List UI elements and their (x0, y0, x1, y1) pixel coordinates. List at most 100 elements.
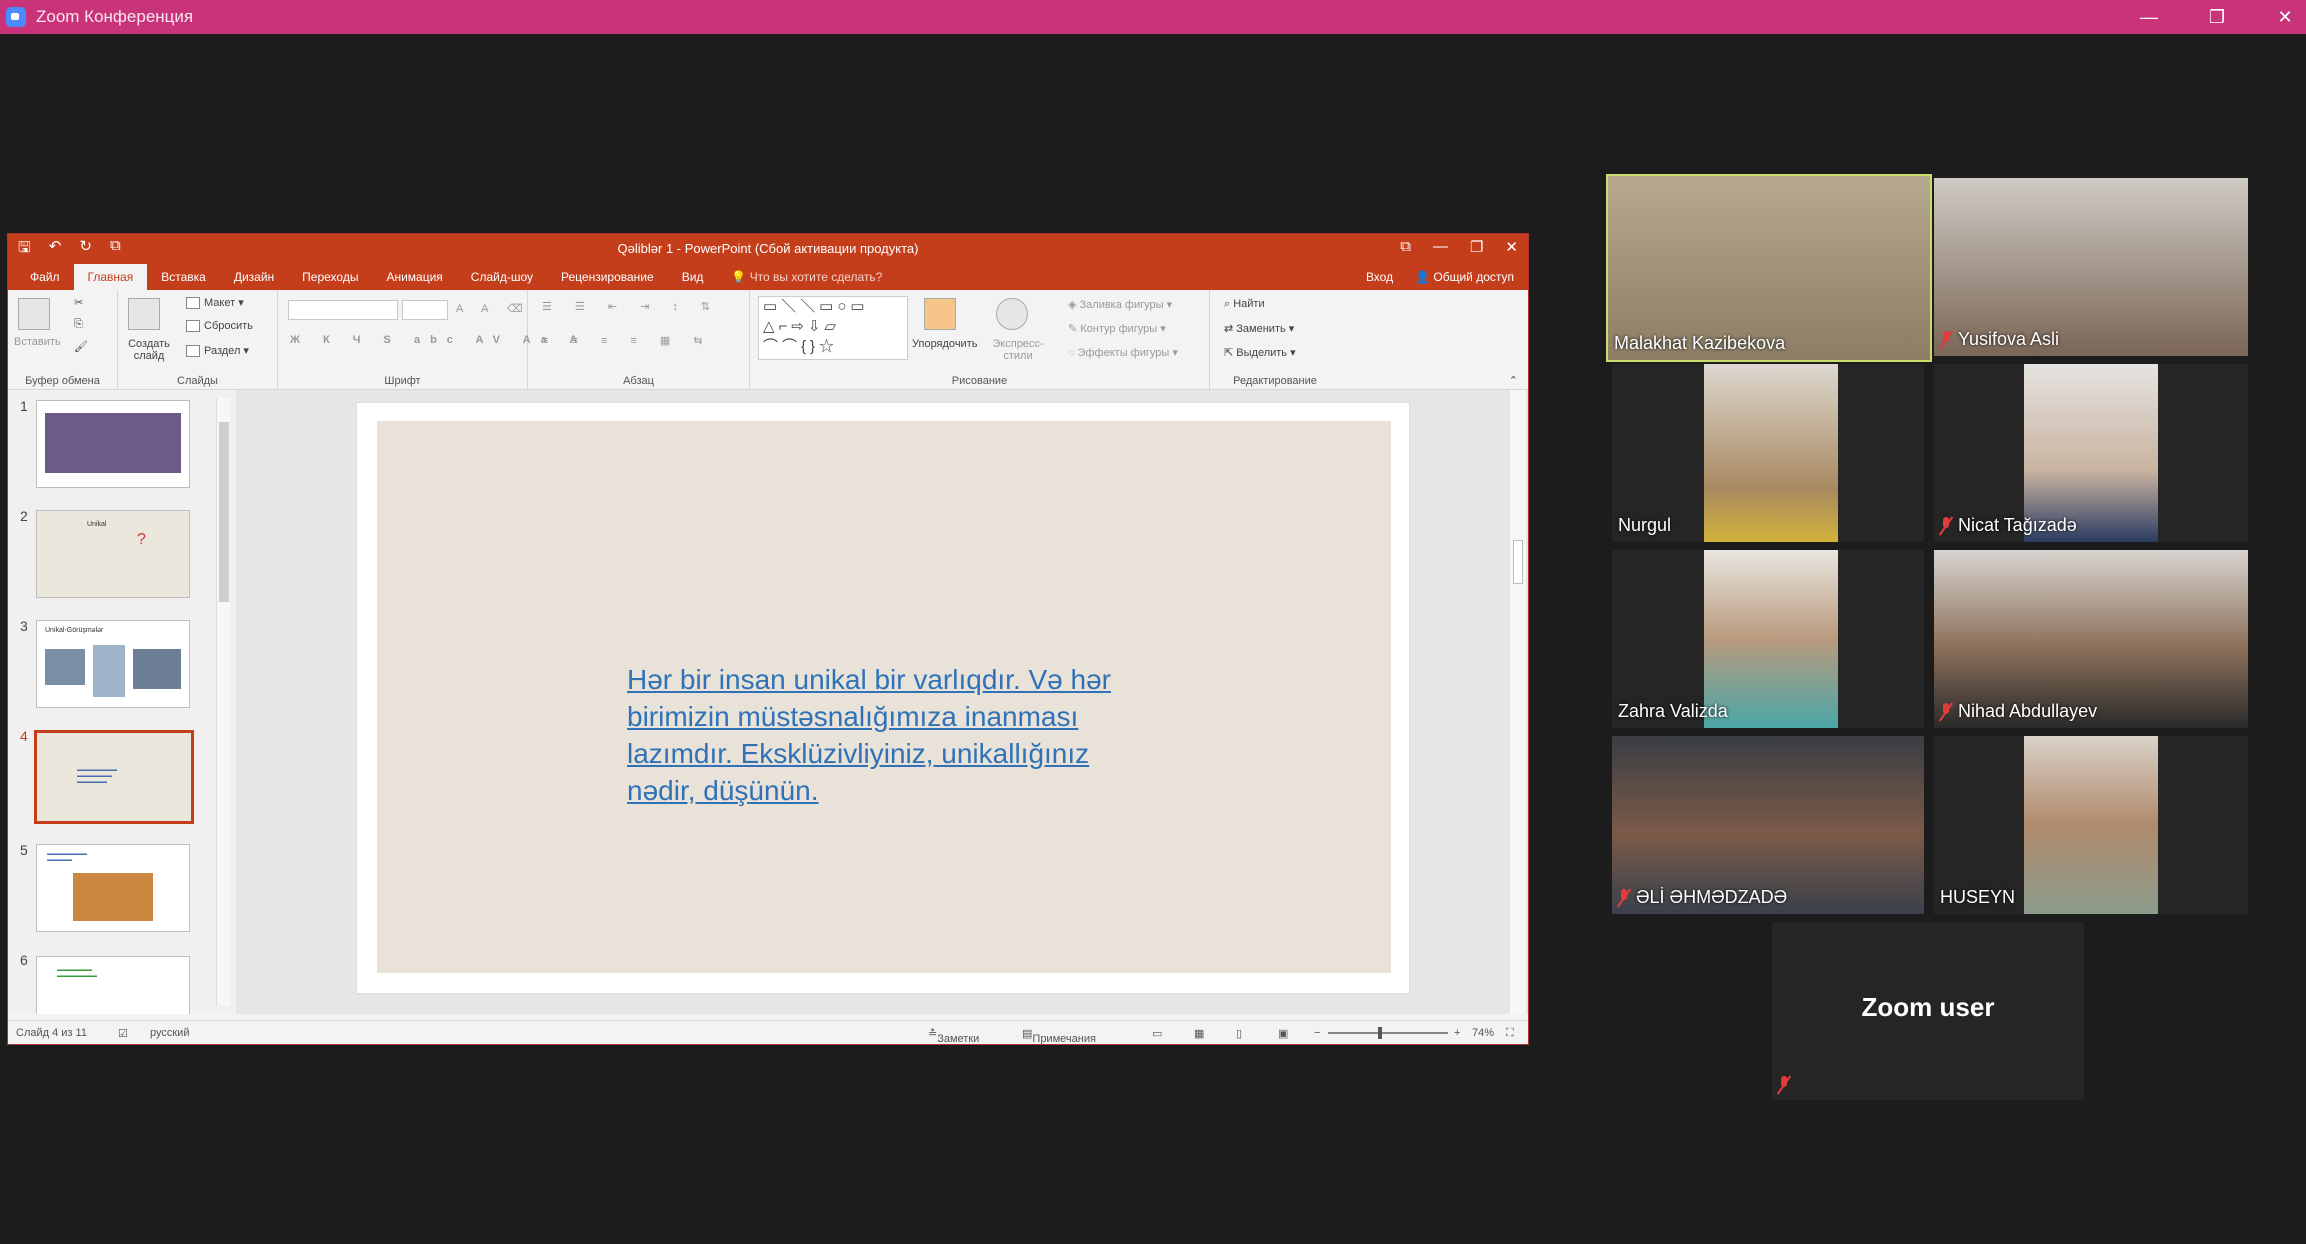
copy-icon[interactable]: ⎘ (74, 318, 83, 331)
format-painter-icon[interactable]: 🖌 (74, 340, 88, 353)
participant-tile[interactable]: ƏLİ ƏHMƏDZADƏ (1612, 736, 1924, 914)
minimize-button[interactable]: — (2138, 7, 2160, 28)
participant-name-label: HUSEYN (1940, 887, 2015, 908)
comments-button[interactable]: ▤ Примечания (1022, 1027, 1096, 1045)
shape-fill-label: Заливка фигуры (1079, 299, 1164, 311)
arrange-button[interactable]: Упорядочить (912, 338, 977, 350)
ppt-minimize-button[interactable]: — (1433, 238, 1448, 256)
quick-styles-icon[interactable] (996, 298, 1028, 330)
drawing-group-label: Рисование (951, 375, 1008, 387)
notes-button[interactable]: ≛ Заметки (928, 1027, 979, 1045)
reset-button[interactable]: Сбросить (186, 320, 253, 333)
cut-icon[interactable]: ✂ (74, 296, 83, 309)
tab-view[interactable]: Вид (668, 270, 718, 290)
shape-outline-button[interactable]: ✎ Контур фигуры ▾ (1068, 322, 1166, 335)
tab-animations[interactable]: Анимация (372, 270, 456, 290)
participant-name: Malakhat Kazibekova (1614, 333, 1786, 353)
slide-thumbnail-1[interactable] (36, 400, 190, 488)
tab-design[interactable]: Дизайн (220, 270, 288, 290)
layout-button[interactable]: Макет ▾ (186, 296, 244, 310)
thumb-text-lines: ▬▬▬▬▬▬▬▬ ▬▬▬▬▬▬▬ ▬▬▬▬▬▬ (77, 767, 117, 785)
participant-tile-no-video[interactable]: Zoom user (1772, 922, 2084, 1100)
signin-link[interactable]: Вход (1366, 270, 1393, 284)
find-button[interactable]: ⌕ Найти (1224, 298, 1265, 311)
quick-styles-button[interactable]: Экспресс-стили (988, 338, 1048, 362)
slide-canvas[interactable]: Hər bir insan unikal bir varlıqdır. Və h… (356, 402, 1410, 994)
muted-mic-icon (1618, 888, 1630, 907)
shapes-gallery[interactable]: ▭＼＼▭○▭ △⌐⇨⇩▱ ⌒⌒{}☆ (758, 296, 908, 360)
spellcheck-icon[interactable]: ☑ (118, 1027, 128, 1040)
align-buttons[interactable]: ≡ ≡ ≡ ≡ ▦ ⇆ (542, 334, 713, 347)
slide-scrollbar-thumb[interactable] (1513, 540, 1523, 584)
participant-name-label: Nihad Abdullayev (1940, 701, 2097, 722)
ppt-maximize-button[interactable]: ❐ (1470, 238, 1483, 256)
arrange-icon[interactable] (924, 298, 956, 330)
participant-name: Nurgul (1618, 515, 1672, 535)
slide-text-box[interactable]: Hər bir insan unikal bir varlıqdır. Və h… (627, 661, 1147, 809)
thumbnails-scrollbar[interactable] (216, 398, 230, 1006)
reading-view-icon[interactable]: ▯ (1236, 1027, 1242, 1040)
slide-thumbnail-5[interactable]: ▬▬▬▬▬▬▬▬ ▬▬▬▬▬ (36, 844, 190, 932)
question-mark-icon: ? (137, 531, 146, 548)
current-slide[interactable]: Hər bir insan unikal bir varlıqdır. Və h… (377, 421, 1391, 973)
tab-slideshow[interactable]: Слайд-шоу (457, 270, 547, 290)
participant-name-label (1778, 1076, 1790, 1094)
thumb-number: 2 (20, 508, 28, 524)
zoom-out-icon[interactable]: − (1314, 1027, 1320, 1039)
zoom-level[interactable]: 74% (1472, 1027, 1494, 1039)
tab-review[interactable]: Рецензирование (547, 270, 668, 290)
tab-home[interactable]: Главная (73, 264, 148, 290)
section-button[interactable]: Раздел ▾ (186, 344, 249, 358)
font-size-buttons[interactable]: A A ⌫ (456, 302, 531, 315)
muted-mic-icon (1778, 1076, 1790, 1094)
slideshow-view-icon[interactable]: ▣ (1278, 1027, 1288, 1040)
zoom-in-icon[interactable]: + (1454, 1027, 1460, 1039)
replace-button[interactable]: ⇄ Заменить ▾ (1224, 322, 1294, 335)
participant-name-label: Nicat Tağızadə (1940, 515, 2077, 536)
close-button[interactable]: ✕ (2274, 7, 2296, 28)
participant-tile[interactable]: Nihad Abdullayev (1934, 550, 2248, 728)
group-clipboard: Вставить ✂ ⎘ 🖌 Буфер обмена (8, 290, 118, 390)
fit-to-window-icon[interactable]: ⛶ (1506, 1027, 1514, 1040)
paste-icon[interactable] (18, 298, 50, 330)
participant-tile[interactable]: Nurgul (1612, 364, 1924, 542)
slide-sorter-icon[interactable]: ▦ (1194, 1027, 1204, 1040)
list-buttons[interactable]: ☰ ☰ ⇤ ⇥ ↕ ⇅ (542, 300, 720, 313)
slide-scrollbar[interactable] (1510, 390, 1526, 1014)
shape-fill-button[interactable]: ◈ Заливка фигуры ▾ (1068, 298, 1172, 311)
slide-counter: Слайд 4 из 11 (16, 1027, 87, 1039)
font-name-input[interactable] (288, 300, 398, 320)
slide-thumbnail-4-selected[interactable]: ▬▬▬▬▬▬▬▬ ▬▬▬▬▬▬▬ ▬▬▬▬▬▬ (34, 730, 194, 824)
select-button[interactable]: ⇱ Выделить ▾ (1224, 346, 1296, 359)
illustration-image (73, 873, 153, 921)
new-slide-icon[interactable] (128, 298, 160, 330)
collapse-ribbon-icon[interactable]: ⌃ (1509, 374, 1518, 387)
tell-me-search[interactable]: 💡 Что вы хотите сделать? (717, 270, 896, 290)
tab-file[interactable]: Файл (16, 270, 74, 290)
paste-button[interactable]: Вставить (14, 336, 61, 348)
maximize-button[interactable]: ❐ (2206, 7, 2228, 28)
slide-thumbnail-6[interactable]: ▬▬▬▬▬▬▬ ▬▬▬▬▬▬▬▬ (36, 956, 190, 1014)
new-slide-button[interactable]: Создать слайд (122, 338, 176, 362)
ppt-close-button[interactable]: ✕ (1505, 238, 1518, 256)
zoom-slider[interactable] (1328, 1027, 1448, 1039)
participant-tile[interactable]: Yusifova Asli (1934, 178, 2248, 356)
shape-effects-button[interactable]: ◌ Эффекты фигуры ▾ (1068, 346, 1178, 359)
scrollbar-thumb[interactable] (219, 422, 229, 602)
tab-transitions[interactable]: Переходы (288, 270, 372, 290)
share-button[interactable]: 👤 Общий доступ (1415, 270, 1514, 284)
participant-name-label: Malakhat Kazibekova (1614, 333, 1785, 354)
slide-thumbnail-3[interactable]: Unikal-Görüşmələr (36, 620, 190, 708)
photo-image (93, 645, 125, 697)
normal-view-icon[interactable]: ▭ (1152, 1027, 1162, 1040)
ribbon-display-options-icon[interactable]: ⧉ (1400, 238, 1411, 256)
slide-editing-area: Hər bir insan unikal bir varlıqdır. Və h… (236, 390, 1528, 1014)
participant-tile[interactable]: Zahra Valizda (1612, 550, 1924, 728)
tab-insert[interactable]: Вставка (147, 270, 220, 290)
slide-thumbnail-2[interactable]: Unikal ? (36, 510, 190, 598)
participant-tile[interactable]: Malakhat Kazibekova (1606, 174, 1932, 362)
participant-tile[interactable]: Nicat Tağızadə (1934, 364, 2248, 542)
language-indicator[interactable]: русский (150, 1027, 189, 1039)
font-size-input[interactable] (402, 300, 448, 320)
participant-tile[interactable]: HUSEYN (1934, 736, 2248, 914)
